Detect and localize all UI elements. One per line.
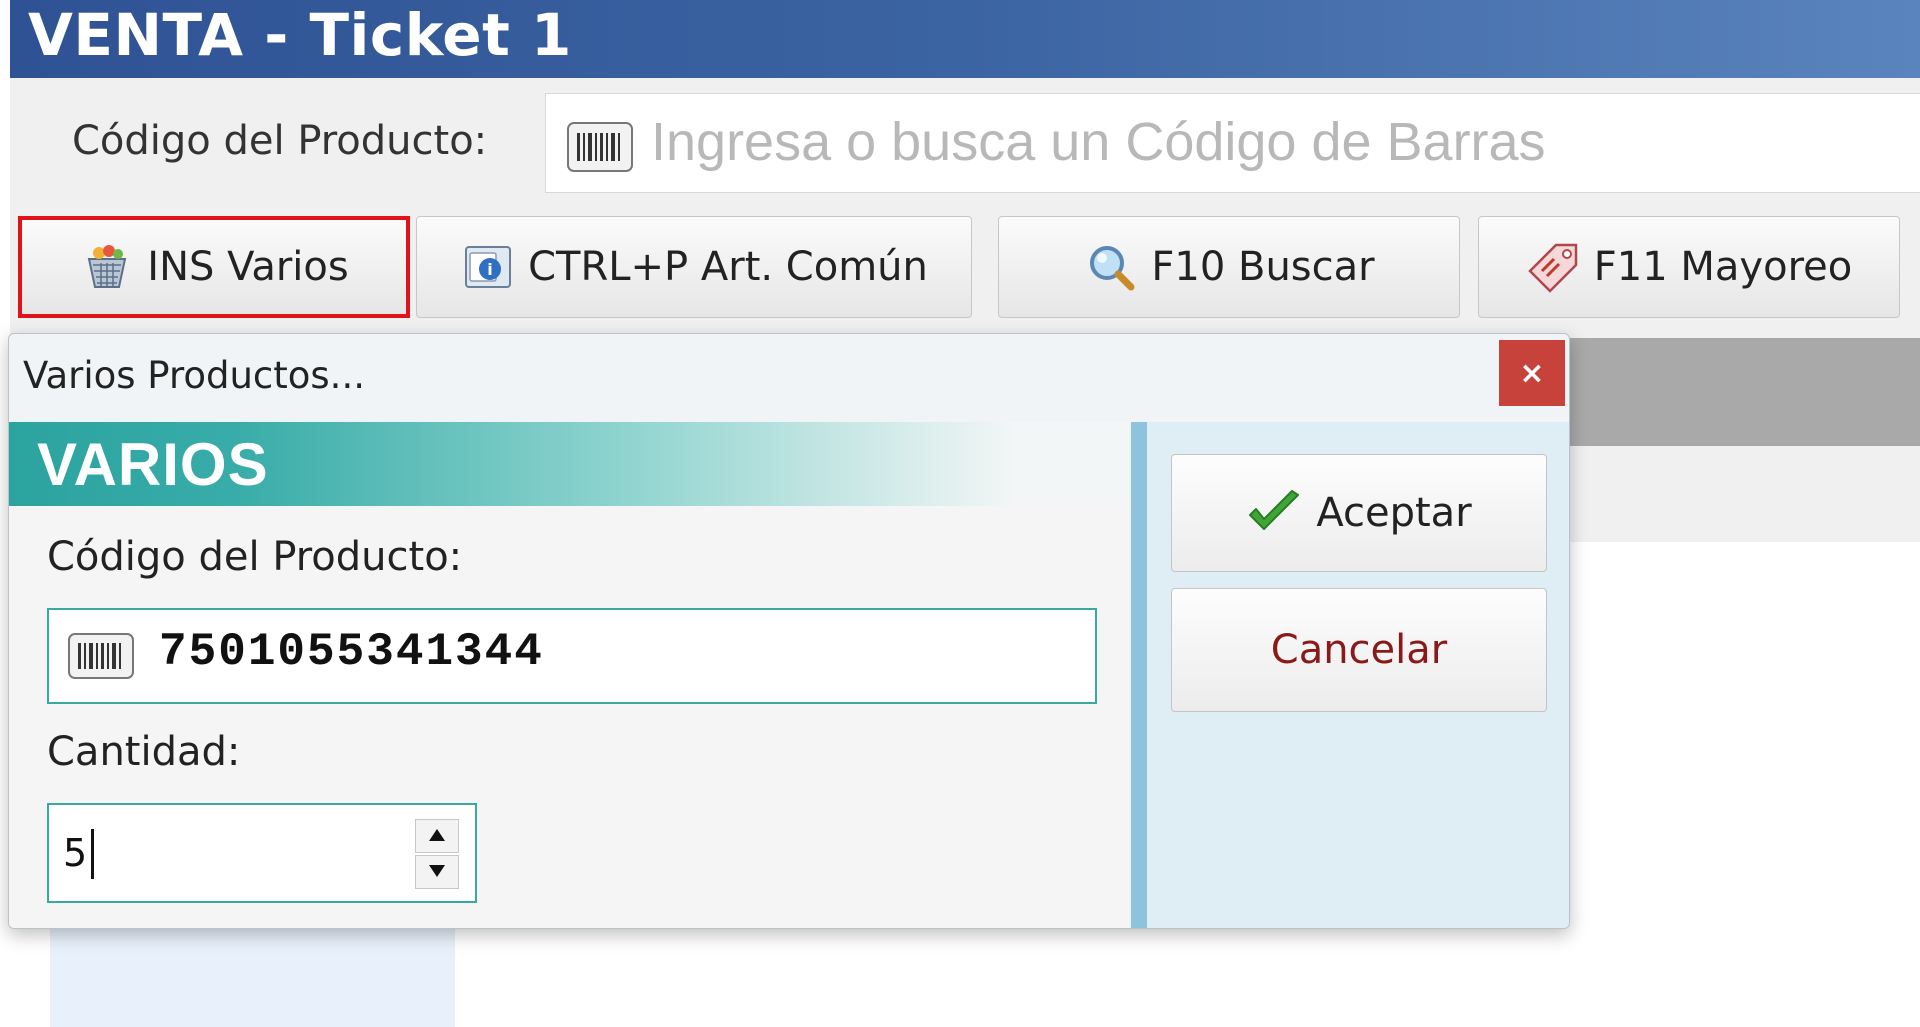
- cancel-label: Cancelar: [1270, 627, 1448, 673]
- arrow-up-icon: [429, 829, 445, 841]
- dialog-title: Varios Productos...: [23, 354, 365, 397]
- dialog-code-label: Código del Producto:: [47, 534, 463, 580]
- product-code-label: Código del Producto:: [72, 118, 488, 164]
- wholesale-label: F11 Mayoreo: [1593, 244, 1853, 290]
- varios-dialog: Varios Productos... × VARIOS Código del …: [8, 333, 1570, 929]
- quantity-label: Cantidad:: [47, 729, 241, 775]
- quantity-increment-button[interactable]: [415, 819, 459, 853]
- checkmark-icon: [1249, 490, 1300, 530]
- quantity-decrement-button[interactable]: [415, 855, 459, 889]
- common-article-icon: i: [465, 246, 512, 288]
- search-button[interactable]: F10 Buscar: [998, 216, 1460, 318]
- window-title: VENTA - Ticket 1: [28, 1, 572, 69]
- dialog-divider: [1131, 422, 1147, 928]
- quantity-value: 5: [63, 831, 88, 875]
- close-button[interactable]: ×: [1499, 340, 1565, 406]
- ins-varios-button[interactable]: INS Varios: [18, 216, 410, 318]
- varios-header-band: VARIOS: [9, 422, 1129, 506]
- sales-grid-selection: [50, 920, 455, 1027]
- sales-grid-row: [1565, 446, 1920, 542]
- ins-varios-label: INS Varios: [147, 244, 349, 290]
- quantity-stepper[interactable]: 5: [47, 803, 477, 903]
- dialog-product-code-input[interactable]: 7501055341344: [47, 608, 1097, 704]
- common-article-button[interactable]: i CTRL+P Art. Común: [416, 216, 972, 318]
- wholesale-button[interactable]: F11 Mayoreo: [1478, 216, 1900, 318]
- accept-button[interactable]: Aceptar: [1171, 454, 1547, 572]
- barcode-icon: [68, 633, 134, 679]
- search-label: F10 Buscar: [1151, 244, 1375, 290]
- barcode-icon: [567, 122, 633, 172]
- svg-text:i: i: [487, 260, 492, 279]
- price-tag-icon: [1528, 243, 1578, 293]
- dialog-product-code-value: 7501055341344: [159, 626, 544, 678]
- product-code-placeholder: Ingresa o busca un Código de Barras: [651, 112, 1546, 172]
- window-title-bar: VENTA - Ticket 1: [10, 0, 1920, 78]
- common-article-label: CTRL+P Art. Común: [528, 244, 928, 290]
- arrow-down-icon: [429, 865, 445, 877]
- magnifier-icon: [1090, 246, 1135, 291]
- cancel-button[interactable]: Cancelar: [1171, 588, 1547, 712]
- sales-grid-header: [1565, 338, 1920, 446]
- basket-icon: [88, 245, 127, 288]
- varios-header: VARIOS: [37, 431, 269, 498]
- text-caret: [91, 829, 94, 879]
- close-icon: ×: [1519, 355, 1545, 391]
- accept-label: Aceptar: [1316, 490, 1472, 536]
- product-code-input[interactable]: Ingresa o busca un Código de Barras: [545, 93, 1920, 193]
